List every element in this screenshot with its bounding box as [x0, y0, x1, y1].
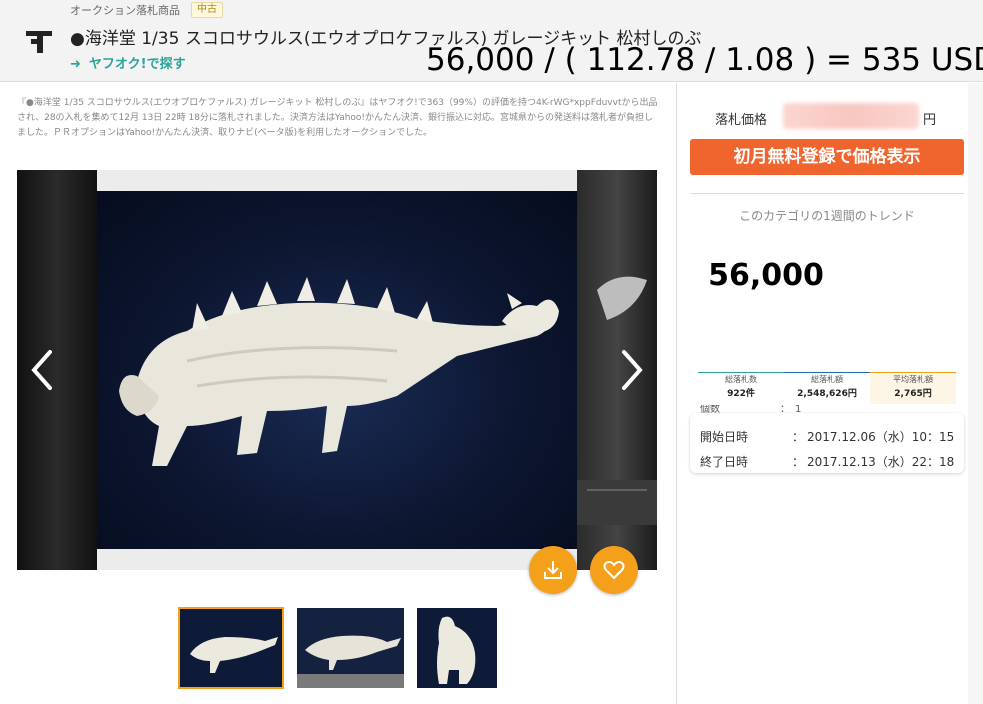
- stat-value: 2,765円: [894, 389, 932, 399]
- previous-image-button[interactable]: [23, 345, 63, 395]
- item-description: 『●海洋堂 1/35 スコロサウルス(エウオプロケファルス) ガレージキット 松…: [17, 98, 658, 138]
- thumbnail-image: [190, 637, 278, 673]
- start-date-row: 開始日時 ： 2017.12.06（水）10：15: [700, 428, 960, 445]
- stat-label: 総落札数: [725, 375, 757, 384]
- trend-value: 56,000: [708, 258, 824, 293]
- price-conversion-text: 56,000 / ( 112.78 / 1.08 ) = 535 USD: [426, 42, 983, 78]
- header-bar: オークション落札商品 中古 ●海洋堂 1/35 スコロサウルス(エウオプロケファ…: [0, 0, 983, 82]
- stat-total-amount: 総落札額 2,548,626円: [784, 372, 870, 404]
- thumbnail-image: [437, 616, 476, 684]
- stat-label: 総落札額: [811, 375, 843, 384]
- stat-label: 平均落札額: [893, 375, 933, 384]
- download-icon: [544, 561, 562, 579]
- price-label: 落札価格: [715, 113, 768, 128]
- chevron-left-icon: [31, 350, 52, 390]
- thumbnail-1[interactable]: [178, 607, 284, 689]
- stat-average-amount: 平均落札額 2,765円: [870, 372, 956, 404]
- trend-stats: 総落札数 922件 総落札額 2,548,626円 平均落札額 2,765円: [698, 372, 956, 404]
- stat-value: 2,548,626円: [797, 389, 857, 399]
- separator: ：: [792, 455, 805, 469]
- stat-total-count: 総落札数 922件: [698, 372, 784, 404]
- end-date-row: 終了日時 ： 2017.12.13（水）22：18: [700, 453, 960, 470]
- trend-title: このカテゴリの1週間のトレンド: [739, 209, 915, 223]
- main-product-photo[interactable]: [97, 191, 577, 549]
- register-to-show-price-button[interactable]: 初月無料登録で価格表示: [690, 139, 964, 175]
- thumbnail-3[interactable]: [417, 608, 497, 688]
- price-unit: 円: [923, 113, 937, 128]
- image-gallery: [17, 170, 657, 570]
- stat-value: 922件: [727, 389, 755, 399]
- favorite-button[interactable]: [590, 546, 638, 594]
- download-image-button[interactable]: [529, 546, 577, 594]
- search-yafuoku-link[interactable]: ➜ ヤフオク!で探す: [70, 53, 186, 72]
- separator: ：: [792, 430, 805, 444]
- thumbnail-image: [297, 608, 404, 688]
- end-date-label: 終了日時: [700, 455, 749, 469]
- start-date-label: 開始日時: [700, 430, 749, 444]
- start-date-value: 2017.12.06（水）10：15: [807, 430, 955, 444]
- next-image-button[interactable]: [611, 345, 651, 395]
- end-date-value: 2017.12.13（水）22：18: [807, 455, 955, 469]
- auction-logo-icon: [26, 31, 52, 53]
- hidden-price: [783, 103, 919, 129]
- chevron-right-icon: [622, 350, 643, 390]
- sidebar-scroll-strip: [968, 83, 983, 704]
- heart-icon: [603, 560, 625, 580]
- dinosaur-figure-image: [119, 277, 559, 466]
- category-label: オークション落札商品: [70, 4, 180, 17]
- search-yafuoku-label: ヤフオク!で探す: [88, 57, 186, 72]
- condition-badge: 中古: [191, 2, 223, 18]
- divider: [690, 193, 964, 194]
- main-image-frame: [97, 170, 577, 570]
- thumbnail-2[interactable]: [297, 608, 404, 688]
- arrow-right-icon: ➜: [70, 57, 81, 72]
